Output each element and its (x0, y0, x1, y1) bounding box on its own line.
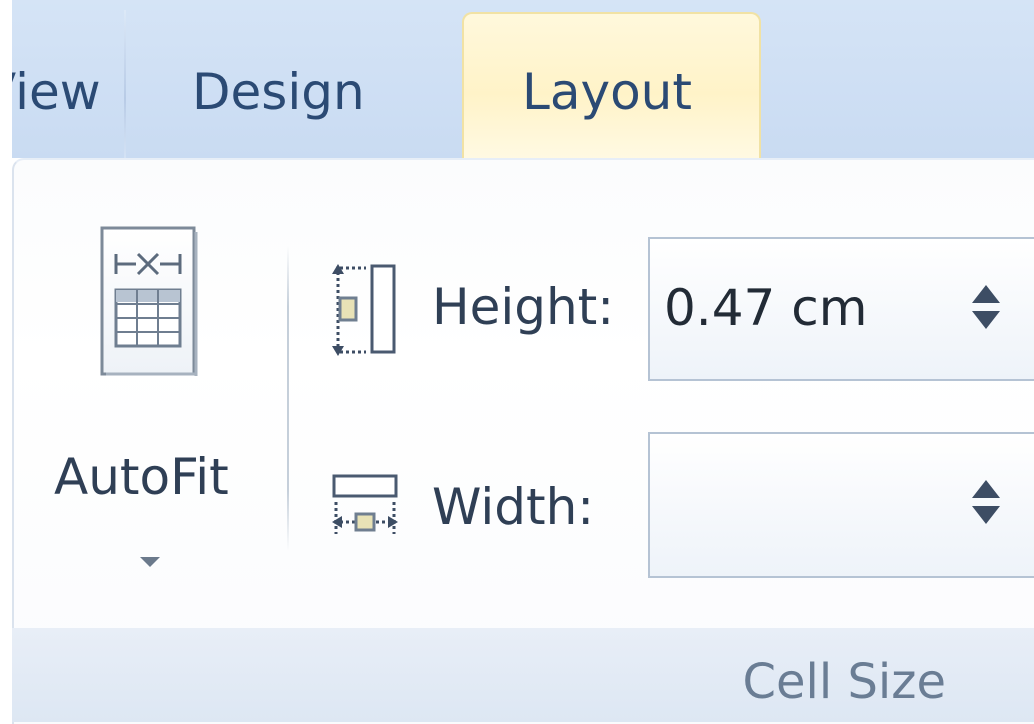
ribbon-tab-bar: View Design Layout (12, 0, 1034, 174)
tab-view[interactable]: View (12, 52, 122, 132)
width-label: Width: (432, 478, 595, 536)
tab-separator (124, 10, 126, 158)
autofit-label: AutoFit (54, 448, 229, 506)
group-label-cell-size: Cell Size (742, 654, 946, 710)
width-spinner[interactable] (648, 432, 1034, 578)
height-value[interactable]: 0.47 cm (664, 279, 867, 337)
tab-layout[interactable]: Layout (522, 52, 692, 132)
width-spin-buttons[interactable] (972, 480, 1002, 528)
row-height-icon (332, 264, 396, 356)
height-spinner[interactable]: 0.47 cm (648, 237, 1034, 381)
group-separator (287, 246, 289, 551)
spin-down-icon[interactable] (972, 506, 1000, 524)
spin-up-icon[interactable] (972, 480, 1000, 498)
column-width-icon (332, 474, 398, 534)
window-edge (0, 0, 12, 722)
height-spin-buttons[interactable] (972, 285, 1002, 333)
tab-view-label: View (12, 63, 101, 121)
autofit-table-icon (100, 226, 198, 376)
spin-up-icon[interactable] (972, 285, 1000, 303)
tab-design[interactable]: Design (192, 52, 365, 132)
spin-down-icon[interactable] (972, 311, 1000, 329)
height-label: Height: (432, 278, 615, 336)
autofit-dropdown-arrow-icon[interactable] (140, 557, 160, 567)
